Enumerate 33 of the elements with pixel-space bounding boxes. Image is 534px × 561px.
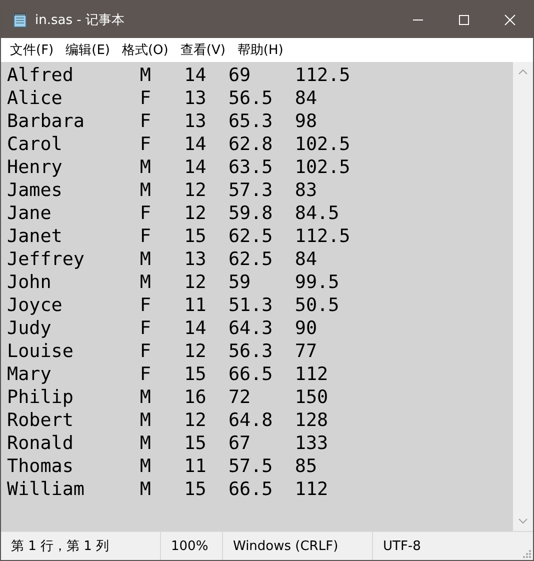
menu-item[interactable]: 文件(F) [8, 41, 56, 59]
text-line: Ronald M 15 67 133 [7, 432, 328, 455]
text-line: Barbara F 13 65.3 98 [7, 110, 318, 133]
text-line: Henry M 14 63.5 102.5 [7, 156, 350, 179]
text-line: John M 12 59 99.5 [7, 271, 340, 294]
status-text: 第 1 行，第 1 列 [1, 532, 161, 560]
notepad-icon [12, 12, 28, 28]
text-line: Alice F 13 56.5 84 [7, 87, 318, 110]
resize-grip-icon[interactable] [521, 548, 531, 558]
close-icon[interactable] [504, 14, 516, 26]
text-line: Janet F 15 62.5 112.5 [7, 225, 350, 248]
text-line: Judy F 14 64.3 90 [7, 317, 318, 340]
text-line: Thomas M 11 57.5 85 [7, 455, 318, 478]
status-text: 100% [161, 532, 223, 560]
text-line: James M 12 57.3 83 [7, 179, 318, 202]
menu-item[interactable]: 帮助(H) [235, 41, 286, 59]
text-line: Philip M 16 72 150 [7, 386, 328, 409]
menu-item[interactable]: 查看(V) [178, 41, 228, 59]
menu-item[interactable]: 编辑(E) [64, 41, 112, 59]
text-line: Joyce F 11 51.3 50.5 [7, 294, 340, 317]
text-line: Louise F 12 56.3 77 [7, 340, 318, 363]
status-text: UTF-8 [382, 538, 421, 556]
text-line: Jeffrey M 13 62.5 84 [7, 248, 318, 271]
window-title: in.sas - 记事本 [35, 12, 124, 28]
text-line: Jane F 12 59.8 84.5 [7, 202, 340, 225]
text-line: Alfred M 14 69 112.5 [7, 64, 350, 87]
menu-item[interactable]: 格式(O) [120, 41, 170, 59]
text-line: Robert M 12 64.8 128 [7, 409, 328, 432]
text-line: William M 15 66.5 112 [7, 478, 328, 501]
text-line: Mary F 15 66.5 112 [7, 363, 328, 386]
maximize-icon[interactable] [458, 14, 470, 26]
text-line: Carol F 14 62.8 102.5 [7, 133, 350, 156]
status-text: Windows (CRLF) [223, 532, 373, 560]
